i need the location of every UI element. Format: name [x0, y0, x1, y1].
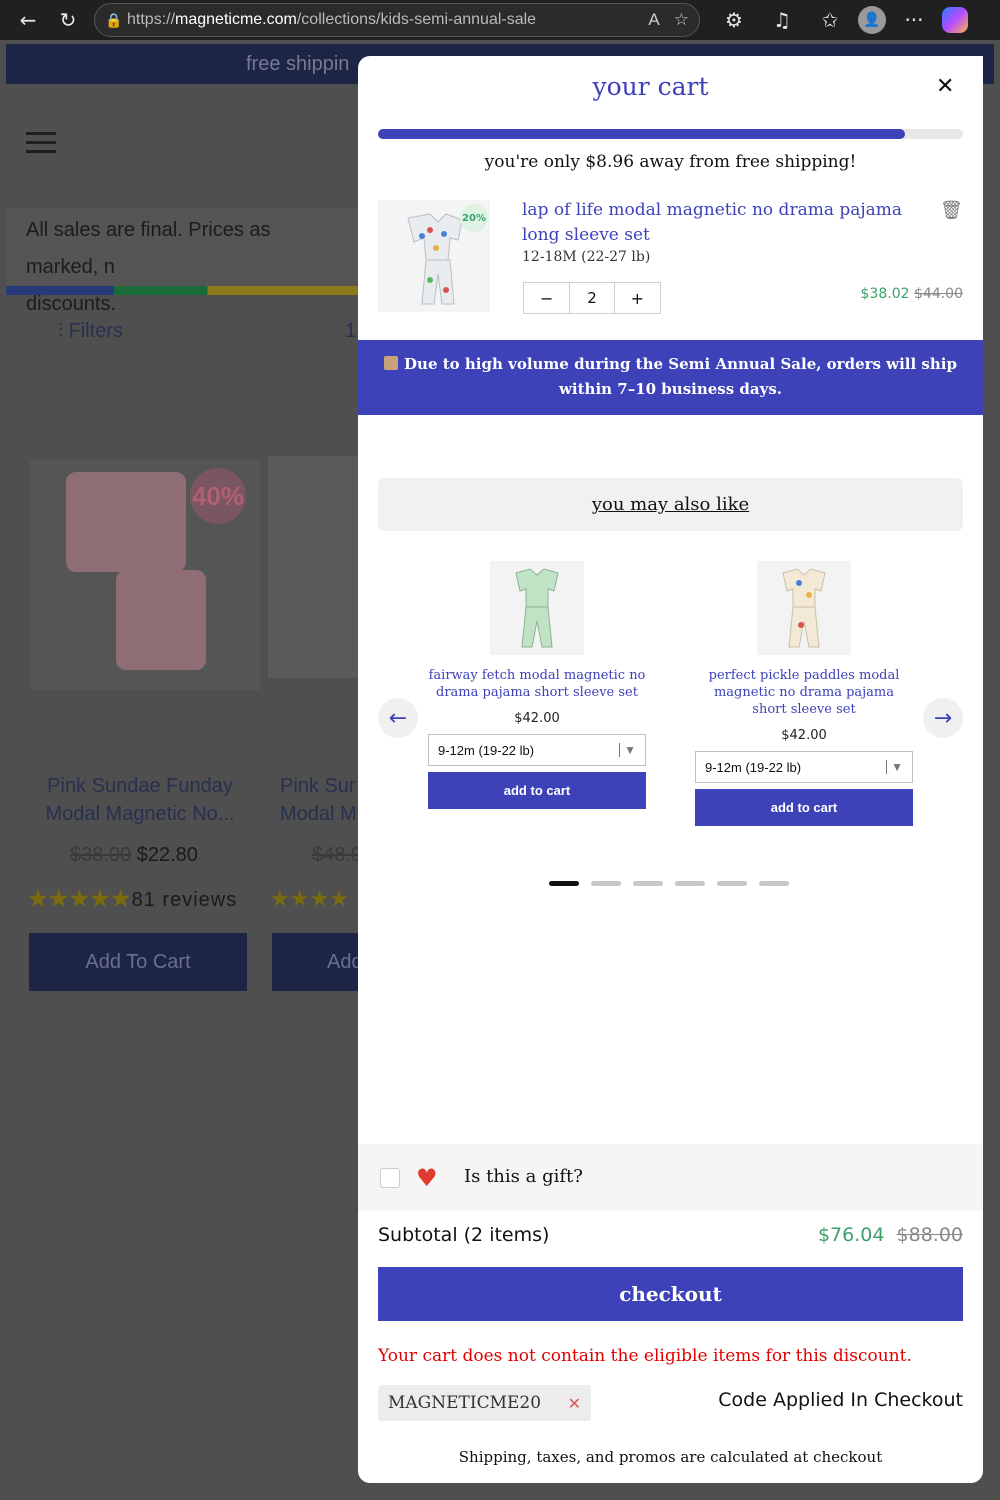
cart-item-name[interactable]: lap of life modal magnetic no drama paja… — [522, 198, 917, 248]
url-host: magneticme.com — [175, 11, 297, 28]
carousel-dot[interactable] — [759, 881, 789, 886]
checkout-button[interactable]: checkout — [378, 1267, 963, 1321]
add-to-cart-button[interactable]: Add To Cart — [29, 933, 247, 991]
cart-drawer: your cart ✕ you're only $8.96 away from … — [358, 56, 983, 1483]
code-applied-note: Code Applied In Checkout — [718, 1389, 963, 1411]
cart-item-variant: 12-18M (22-27 lb) — [522, 249, 651, 265]
discount-code: MAGNETICME20 — [388, 1393, 542, 1413]
free-shipping-progress — [378, 129, 963, 139]
split-screen-icon[interactable]: ♫ — [762, 4, 802, 36]
result-count: 1 — [345, 320, 357, 342]
rating-stars: ★★★★ — [270, 886, 349, 911]
add-to-cart-button[interactable]: add to cart — [428, 772, 646, 809]
discount-error: Your cart does not contain the eligible … — [378, 1346, 912, 1366]
gift-option: ♥ Is this a gift? — [358, 1144, 983, 1211]
recommendation-name[interactable]: fairway fetch modal magnetic no drama pa… — [428, 667, 646, 701]
favorite-star-icon[interactable]: ☆ — [674, 10, 689, 30]
lock-icon: 🔒 — [105, 11, 123, 28]
carousel-dot[interactable] — [549, 881, 579, 886]
product-title[interactable]: Pink Sundae Funday Modal Magnetic No... — [30, 772, 250, 828]
remove-code-icon[interactable]: ✕ — [568, 1394, 581, 1413]
decrease-quantity-button[interactable]: − — [524, 283, 569, 313]
size-select[interactable]: 9-12m (19-22 lb) ▼ — [428, 734, 646, 766]
recommendation-card: fairway fetch modal magnetic no drama pa… — [428, 561, 646, 809]
hamburger-menu-icon[interactable] — [26, 132, 56, 159]
recommendations-heading[interactable]: you may also like — [378, 478, 963, 531]
subtotal-label: Subtotal (2 items) — [378, 1224, 550, 1246]
recommendation-image[interactable] — [757, 561, 851, 655]
rating-stars: ★★★★★81 reviews — [28, 886, 238, 911]
shipping-message: you're only $8.96 away from free shippin… — [484, 152, 857, 172]
carousel-dot[interactable] — [717, 881, 747, 886]
url-prefix: https:// — [127, 11, 176, 28]
carousel-dot[interactable] — [675, 881, 705, 886]
gift-label: Is this a gift? — [464, 1166, 583, 1187]
product-price: $48.0 — [312, 844, 363, 866]
cart-title: your cart — [592, 72, 709, 101]
product-price: $38.00 $22.80 — [70, 844, 198, 866]
heart-gift-icon: ♥ — [416, 1164, 438, 1192]
browser-toolbar: ← ↻ 🔒 https://magneticme.com/collections… — [0, 0, 1000, 40]
cart-item-price: $38.02 $44.00 — [860, 286, 963, 302]
color-stripe — [6, 286, 366, 295]
increase-quantity-button[interactable]: + — [615, 283, 660, 313]
progress-fill — [378, 129, 905, 139]
package-icon — [384, 356, 399, 370]
favorites-icon[interactable]: ✩ — [810, 4, 850, 36]
extensions-icon[interactable]: ⚙ — [714, 4, 754, 36]
discount-code-tag: MAGNETICME20 ✕ — [378, 1385, 591, 1421]
carousel-dot[interactable] — [633, 881, 663, 886]
chevron-down-icon: ▼ — [619, 743, 636, 757]
filters-button[interactable]: ⫶ Filters — [58, 320, 123, 343]
url-path: /collections/kids-semi-annual-sale — [296, 11, 537, 28]
carousel-next-arrow-icon[interactable]: → — [923, 698, 963, 738]
shipping-delay-notice: Due to high volume during the Semi Annua… — [358, 340, 983, 415]
add-to-cart-button[interactable]: add to cart — [695, 789, 913, 826]
recommendation-image[interactable] — [490, 561, 584, 655]
trash-icon[interactable]: 🗑 — [940, 200, 963, 221]
chevron-down-icon: ▼ — [886, 760, 903, 774]
subtotal-price: $76.04 $88.00 — [817, 1224, 963, 1246]
quantity-stepper: − 2 + — [523, 282, 661, 314]
recommendation-price: $42.00 — [781, 728, 827, 743]
recommendation-card: perfect pickle paddles modal magnetic no… — [695, 561, 913, 826]
gift-checkbox[interactable] — [380, 1168, 400, 1188]
back-arrow-icon[interactable]: ← — [8, 4, 48, 36]
carousel-dot[interactable] — [591, 881, 621, 886]
sale-notice: All sales are final. Prices as marked, n… — [6, 208, 366, 315]
copilot-icon[interactable] — [942, 7, 968, 33]
address-bar[interactable]: 🔒 https://magneticme.com/collections/kid… — [94, 3, 700, 37]
recommendation-name[interactable]: perfect pickle paddles modal magnetic no… — [695, 667, 913, 718]
discount-badge: 20% — [460, 204, 488, 232]
add-to-cart-button[interactable]: Add — [272, 933, 372, 991]
close-icon[interactable]: ✕ — [936, 74, 954, 99]
profile-avatar[interactable]: 👤 — [858, 6, 886, 34]
size-select[interactable]: 9-12m (19-22 lb) ▼ — [695, 751, 913, 783]
quantity-input[interactable]: 2 — [569, 283, 615, 313]
carousel-pagination — [549, 881, 789, 886]
read-aloud-icon[interactable]: A — [648, 10, 659, 30]
discount-badge: 40% — [190, 468, 246, 524]
checkout-footnote: Shipping, taxes, and promos are calculat… — [458, 1448, 883, 1466]
reload-icon[interactable]: ↻ — [48, 4, 88, 36]
recommendation-price: $42.00 — [514, 711, 560, 726]
product-title[interactable]: Pink Sur Modal M — [280, 772, 357, 828]
carousel-prev-arrow-icon[interactable]: ← — [378, 698, 418, 738]
product-image[interactable] — [268, 456, 368, 678]
more-menu-icon[interactable]: ··· — [894, 4, 934, 36]
